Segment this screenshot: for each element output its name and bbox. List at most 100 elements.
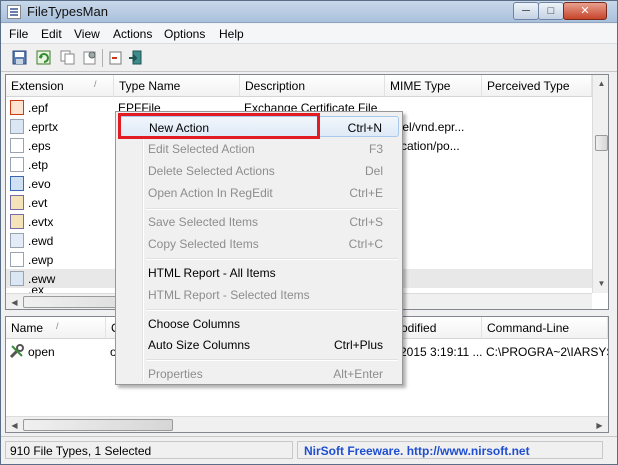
- tools-icon: [9, 344, 24, 359]
- file-type-icon: [10, 157, 24, 172]
- menu-item-shortcut: Ctrl+E: [349, 186, 383, 200]
- menu-item-label: HTML Report - All Items: [148, 266, 276, 280]
- file-type-icon: [10, 271, 24, 286]
- nirsoft-link[interactable]: NirSoft Freeware. http://www.nirsoft.net: [297, 441, 603, 459]
- menu-item-shortcut: Ctrl+N: [347, 121, 382, 135]
- col-header-perceived-type[interactable]: Perceived Type: [482, 75, 592, 97]
- menu-item-properties[interactable]: Properties Alt+Enter: [119, 363, 399, 384]
- cell-extension: .evo: [28, 177, 51, 191]
- copy-button[interactable]: [59, 49, 76, 66]
- scroll-thumb[interactable]: [23, 419, 173, 431]
- cell-extension: .etp: [28, 158, 49, 172]
- menu-view[interactable]: View: [74, 27, 100, 41]
- file-type-icon: [10, 252, 24, 267]
- menu-help[interactable]: Help: [219, 27, 244, 41]
- menu-item-auto-size-columns[interactable]: Auto Size Columns Ctrl+Plus: [119, 334, 399, 355]
- cell-extension: .eps: [28, 139, 51, 153]
- menu-item-label: HTML Report - Selected Items: [148, 288, 310, 302]
- app-window: FileTypesMan ─ □ ✕ File Edit View Action…: [0, 0, 618, 465]
- cell-extension: .ewp: [28, 253, 54, 267]
- scroll-down-icon[interactable]: ▼: [593, 275, 608, 292]
- menu-item-label: Open Action In RegEdit: [148, 186, 273, 200]
- copy-icon: [60, 50, 75, 65]
- menu-item-label: Choose Columns: [148, 317, 241, 331]
- title-bar[interactable]: FileTypesMan ─ □ ✕: [1, 1, 617, 23]
- highlight-annotation-box: [118, 113, 320, 139]
- file-type-icon: [10, 138, 24, 153]
- file-type-icon: [10, 119, 24, 134]
- menu-item-save-selected-items[interactable]: Save Selected Items Ctrl+S: [119, 211, 399, 232]
- menu-item-edit-selected-action[interactable]: Edit Selected Action F3: [119, 138, 399, 159]
- maximize-button[interactable]: □: [538, 2, 564, 20]
- menu-edit[interactable]: Edit: [41, 27, 62, 41]
- window-title: FileTypesMan: [27, 4, 108, 19]
- menu-bar: File Edit View Actions Options Help: [1, 24, 617, 44]
- col-header-command-line[interactable]: Command-Line: [482, 317, 608, 339]
- col-header-label: Command-Line: [487, 321, 570, 335]
- col-header-label: odified: [401, 321, 437, 335]
- scroll-thumb[interactable]: [595, 135, 608, 151]
- menu-separator: [146, 208, 398, 210]
- minimize-button[interactable]: ─: [513, 2, 539, 20]
- scroll-left-icon[interactable]: ◀: [6, 417, 23, 432]
- cell-extension: .ewd: [28, 234, 54, 248]
- toolbar-separator: [102, 49, 103, 67]
- menu-item-open-in-regedit[interactable]: Open Action In RegEdit Ctrl+E: [119, 182, 399, 203]
- menu-item-label: Copy Selected Items: [148, 237, 259, 251]
- refresh-button[interactable]: [35, 49, 52, 66]
- close-icon: ✕: [580, 5, 590, 17]
- menu-file[interactable]: File: [9, 27, 28, 41]
- col-header-extension[interactable]: Extension /: [6, 75, 114, 97]
- menu-item-label: Delete Selected Actions: [148, 164, 275, 178]
- col-header-type-name[interactable]: Type Name: [114, 75, 240, 97]
- sort-indicator-icon: /: [94, 79, 97, 89]
- col-header-label: Type Name: [119, 79, 181, 93]
- cell-modified: 2015 3:19:11 ...: [400, 345, 483, 359]
- file-type-icon: [10, 214, 24, 229]
- toolbar: [1, 45, 617, 72]
- col-header-description[interactable]: Description: [240, 75, 385, 97]
- col-header-label: Name: [11, 321, 44, 335]
- menu-actions[interactable]: Actions: [113, 27, 152, 41]
- col-header-label: Perceived Type: [487, 79, 570, 93]
- file-type-icon: [10, 195, 24, 210]
- lower-horizontal-scrollbar[interactable]: ◀ ▶: [6, 416, 608, 432]
- menu-item-label: Properties: [148, 367, 203, 381]
- close-button[interactable]: ✕: [563, 2, 607, 20]
- refresh-icon: [36, 50, 51, 65]
- menu-item-shortcut: Del: [364, 164, 383, 178]
- menu-item-html-report-all[interactable]: HTML Report - All Items: [119, 262, 399, 283]
- menu-item-copy-selected-items[interactable]: Copy Selected Items Ctrl+C: [119, 233, 399, 254]
- save-icon: [12, 50, 27, 65]
- save-button[interactable]: [11, 49, 28, 66]
- col-header-label: MIME Type: [390, 79, 451, 93]
- cell-extension: .eprtx: [28, 120, 59, 134]
- exit-icon: [129, 50, 142, 65]
- new-action-icon: [109, 51, 122, 65]
- menu-item-html-report-selected[interactable]: HTML Report - Selected Items: [119, 284, 399, 305]
- menu-options[interactable]: Options: [164, 27, 205, 41]
- properties-button[interactable]: [81, 49, 98, 66]
- file-type-icon: [10, 233, 24, 248]
- upper-vertical-scrollbar[interactable]: ▲ ▼: [592, 75, 608, 293]
- cell-extension: .evtx: [28, 215, 54, 229]
- menu-item-delete-selected-actions[interactable]: Delete Selected Actions Del: [119, 160, 399, 181]
- col-header-label: Description: [245, 79, 306, 93]
- col-header-mime-type[interactable]: MIME Type: [385, 75, 482, 97]
- exit-button[interactable]: [127, 49, 144, 66]
- cell-extension: .epf: [28, 101, 49, 115]
- col-header-name[interactable]: Name /: [6, 317, 106, 339]
- col-header-modified[interactable]: odified: [396, 317, 482, 339]
- file-type-icon: [10, 100, 24, 115]
- cell-command-line: C:\PROGRA~2\IARSYS~...: [486, 345, 608, 359]
- menu-item-choose-columns[interactable]: Choose Columns: [119, 313, 399, 334]
- properties-icon: [83, 51, 96, 65]
- scroll-left-icon[interactable]: ◀: [6, 294, 23, 309]
- maximize-icon: □: [547, 5, 555, 17]
- menu-separator: [146, 359, 398, 361]
- new-action-button[interactable]: [107, 49, 124, 66]
- scroll-right-icon[interactable]: ▶: [591, 417, 608, 432]
- status-count: 910 File Types, 1 Selected: [5, 441, 293, 459]
- scroll-up-icon[interactable]: ▲: [593, 75, 608, 92]
- menu-item-label: Edit Selected Action: [148, 142, 255, 156]
